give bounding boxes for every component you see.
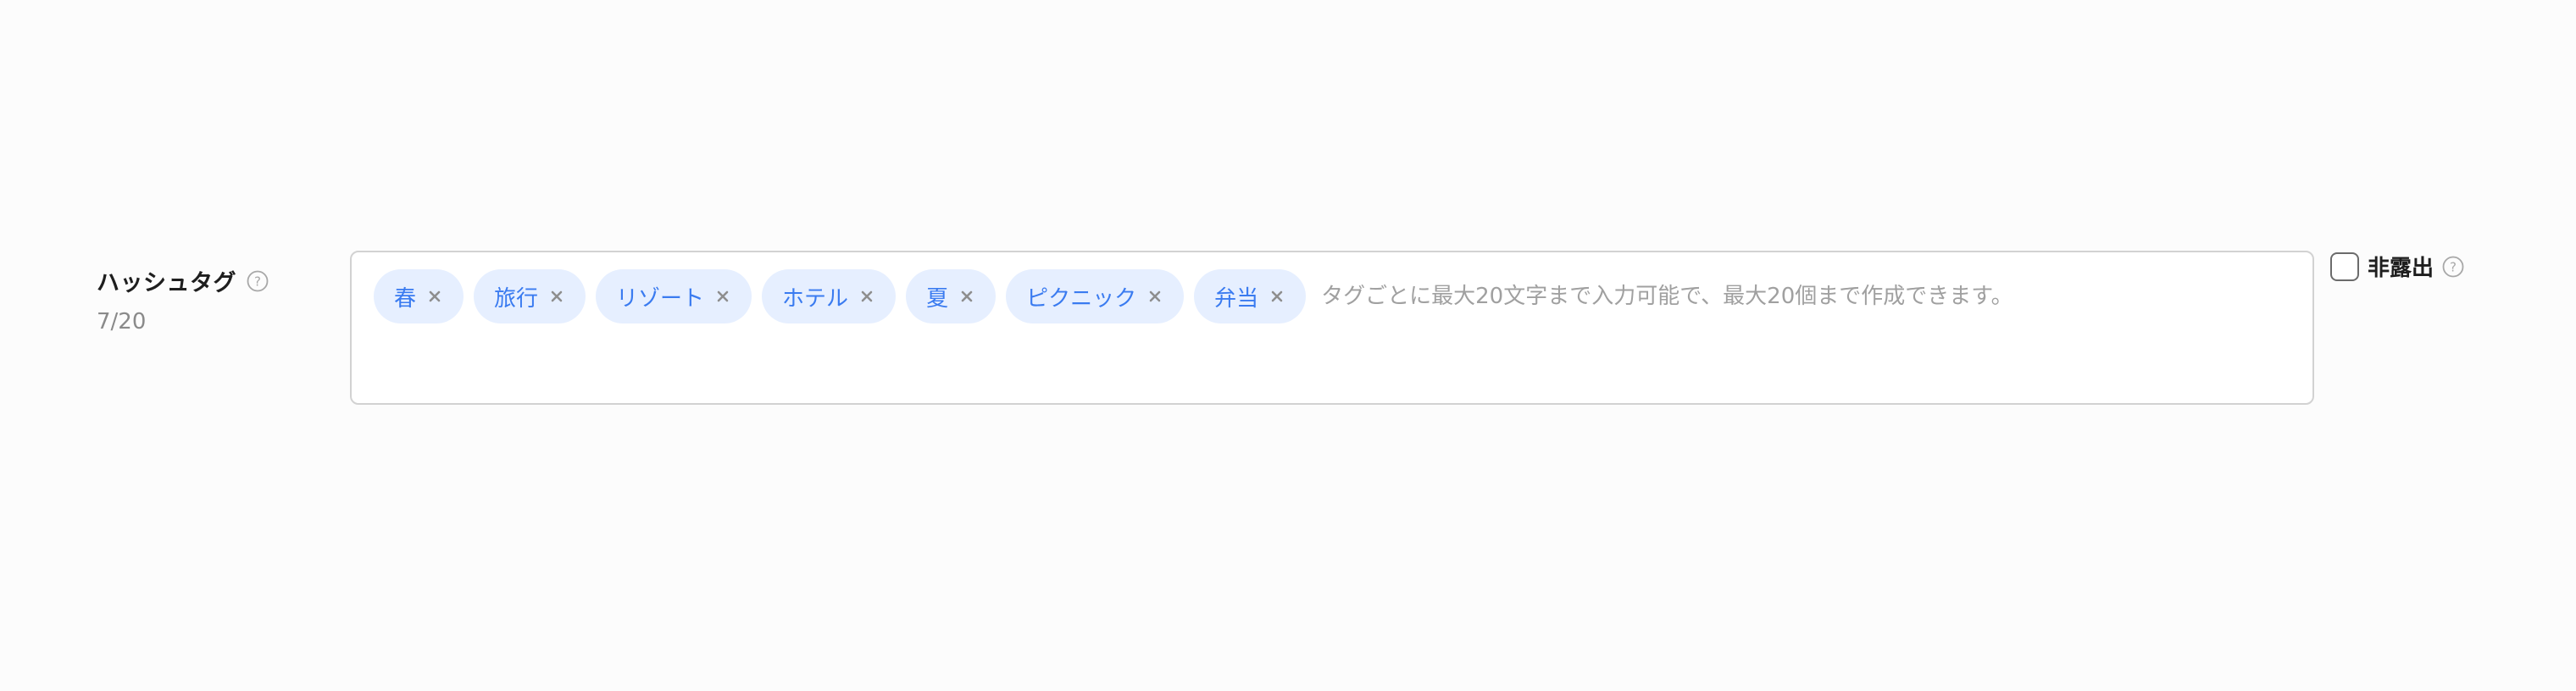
hashtag-chip: ホテル xyxy=(762,269,897,323)
hashtag-chip: リゾート xyxy=(596,269,752,323)
hide-label: 非露出 xyxy=(2368,256,2434,281)
close-icon[interactable] xyxy=(714,288,731,305)
hashtag-field-row: ハッシュタグ ? 7/20 春 旅行 リゾート ホテル 夏 ピクニック 弁当 非露出 ? xyxy=(0,0,2576,691)
help-icon[interactable]: ? xyxy=(247,270,269,292)
hashtag-chip: 弁当 xyxy=(1194,269,1307,323)
hashtag-chip-label: 夏 xyxy=(926,285,949,312)
close-icon[interactable] xyxy=(958,288,975,305)
close-icon[interactable] xyxy=(426,288,443,305)
svg-text:?: ? xyxy=(254,274,261,289)
field-label: ハッシュタグ xyxy=(97,270,236,296)
tag-count: 7/20 xyxy=(97,309,147,334)
field-label-block: ハッシュタグ ? 7/20 xyxy=(97,264,269,334)
hashtag-chip-label: ピクニック xyxy=(1026,285,1137,312)
hashtag-chip: 旅行 xyxy=(474,269,586,323)
hashtag-chip: 春 xyxy=(374,269,464,323)
hashtag-input-box[interactable]: 春 旅行 リゾート ホテル 夏 ピクニック 弁当 xyxy=(350,251,2314,405)
hashtag-chip-label: リゾート xyxy=(616,285,705,312)
svg-text:?: ? xyxy=(2450,259,2457,274)
field-label-line: ハッシュタグ ? xyxy=(97,264,269,297)
close-icon[interactable] xyxy=(1146,288,1163,305)
help-icon[interactable]: ? xyxy=(2442,256,2464,278)
hashtag-chip: 夏 xyxy=(906,269,997,323)
hashtag-input[interactable] xyxy=(1316,269,2290,323)
close-icon[interactable] xyxy=(548,288,565,305)
close-icon[interactable] xyxy=(1269,288,1285,305)
hashtag-chip-label: ホテル xyxy=(782,285,849,312)
hashtag-chip-label: 春 xyxy=(394,285,417,312)
hashtag-chip-label: 弁当 xyxy=(1214,285,1259,312)
hashtag-chip-label: 旅行 xyxy=(494,285,539,312)
hide-option: 非露出 ? xyxy=(2330,251,2464,282)
hashtag-chip: ピクニック xyxy=(1006,269,1185,323)
close-icon[interactable] xyxy=(858,288,875,305)
hide-checkbox[interactable] xyxy=(2330,252,2359,281)
